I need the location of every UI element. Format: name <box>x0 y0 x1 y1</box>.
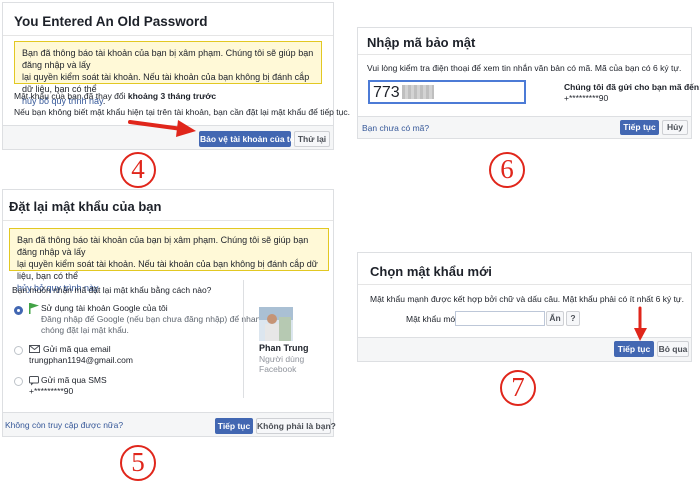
code-sent-number: +*********90 <box>564 93 609 103</box>
code-instruction: Vui lòng kiểm tra điện thoại để xem tin … <box>367 63 682 73</box>
option-sms-value: +*********90 <box>29 386 74 396</box>
no-access-link[interactable]: Không còn truy cập được nữa? <box>5 420 123 431</box>
divider <box>3 35 333 36</box>
radio-google[interactable] <box>14 306 23 315</box>
continue-button[interactable]: Tiếp tục <box>614 341 654 357</box>
page-title: Chọn mật khẩu mới <box>370 264 492 279</box>
page-title: You Entered An Old Password <box>14 14 208 29</box>
security-code-value: 773 <box>373 84 400 101</box>
hide-password-button[interactable]: Ẩn <box>546 311 564 326</box>
code-redaction <box>402 85 434 99</box>
option-email-value: trungphan1194@gmail.com <box>29 355 133 365</box>
page-title: Nhập mã bảo mật <box>367 35 476 50</box>
divider <box>358 54 691 55</box>
divider <box>358 284 691 285</box>
envelope-icon <box>29 345 40 353</box>
try-again-button[interactable]: Thử lại <box>294 131 330 147</box>
reset-method-question: Bạn muốn nhận mã đặt lại mật khẩu bằng c… <box>12 285 212 295</box>
option-email-title: Gửi mã qua email <box>43 344 111 354</box>
continue-button[interactable]: Tiếp tục <box>620 120 659 135</box>
step-number-7: 7 <box>500 370 536 406</box>
option-google-desc-1: Đăng nhập đế Google (nếu bạn chưa đăng n… <box>41 314 266 324</box>
password-changed-prefix: Mật khẩu của bạn đã thay đổi <box>14 91 128 101</box>
cancel-button[interactable]: Hủy <box>662 120 688 135</box>
panel-security-code: Nhập mã bảo mật Vui lòng kiểm tra điện t… <box>357 27 700 139</box>
compromise-notice: Bạn đã thông báo tài khoản của bạn bị xâ… <box>14 41 322 106</box>
option-separator <box>243 280 244 398</box>
notice-text-2: lại quyền kiểm soát tài khoản. Nếu tài k… <box>17 259 318 281</box>
password-instruction: Mật khẩu mạnh được kết hợp bởi chữ và dấ… <box>370 294 684 304</box>
step-number-6: 6 <box>489 152 525 188</box>
divider <box>3 220 333 221</box>
panel-reset-password: Đặt lại mật khẩu của bạn Bạn đã thông bá… <box>2 189 336 437</box>
option-google-title: Sử dụng tài khoản Google của tôi <box>41 303 168 313</box>
no-code-link[interactable]: Bạn chưa có mã? <box>362 123 429 134</box>
profile-site: Facebook <box>259 364 297 374</box>
continue-button[interactable]: Tiếp tục <box>215 418 253 434</box>
notice-text-1: Bạn đã thông báo tài khoản của bạn bị xâ… <box>22 48 314 70</box>
page-title: Đặt lại mật khẩu của bạn <box>9 199 162 214</box>
secure-account-button[interactable]: Bảo vệ tài khoản của tôi <box>199 131 297 147</box>
code-sent-label: Chúng tôi đã gửi cho bạn mã đến: <box>564 82 700 92</box>
pointer-arrow-icon <box>634 306 647 341</box>
step-number-4: 4 <box>120 152 156 188</box>
step-number-5: 5 <box>120 445 156 481</box>
notice-text-1: Bạn đã thông báo tài khoản của bạn bị xâ… <box>17 235 309 257</box>
radio-email[interactable] <box>14 346 23 355</box>
compromise-notice: Bạn đã thông báo tài khoản của bạn bị xâ… <box>9 228 329 293</box>
sms-icon <box>29 376 39 386</box>
password-changed-text: Mật khẩu của bạn đã thay đổi khoảng 3 th… <box>14 91 216 102</box>
pointer-arrow-icon <box>128 120 196 137</box>
profile-name: Phan Trung <box>259 343 309 353</box>
flag-icon <box>29 303 39 314</box>
option-sms-title: Gửi mã qua SMS <box>41 375 107 385</box>
avatar <box>259 307 293 341</box>
skip-button[interactable]: Bỏ qua <box>657 341 689 357</box>
new-password-input[interactable] <box>455 311 545 326</box>
not-you-button[interactable]: Không phải là bạn? <box>256 418 336 434</box>
password-changed-time: khoảng 3 tháng trước <box>127 91 217 101</box>
radio-sms[interactable] <box>14 377 23 386</box>
security-code-input[interactable]: 773 <box>368 80 526 104</box>
new-password-label: Mật khẩu mới <box>406 314 458 324</box>
help-button[interactable]: ? <box>566 311 580 326</box>
option-google-desc-2: chóng đặt lại mật khẩu. <box>41 325 129 335</box>
